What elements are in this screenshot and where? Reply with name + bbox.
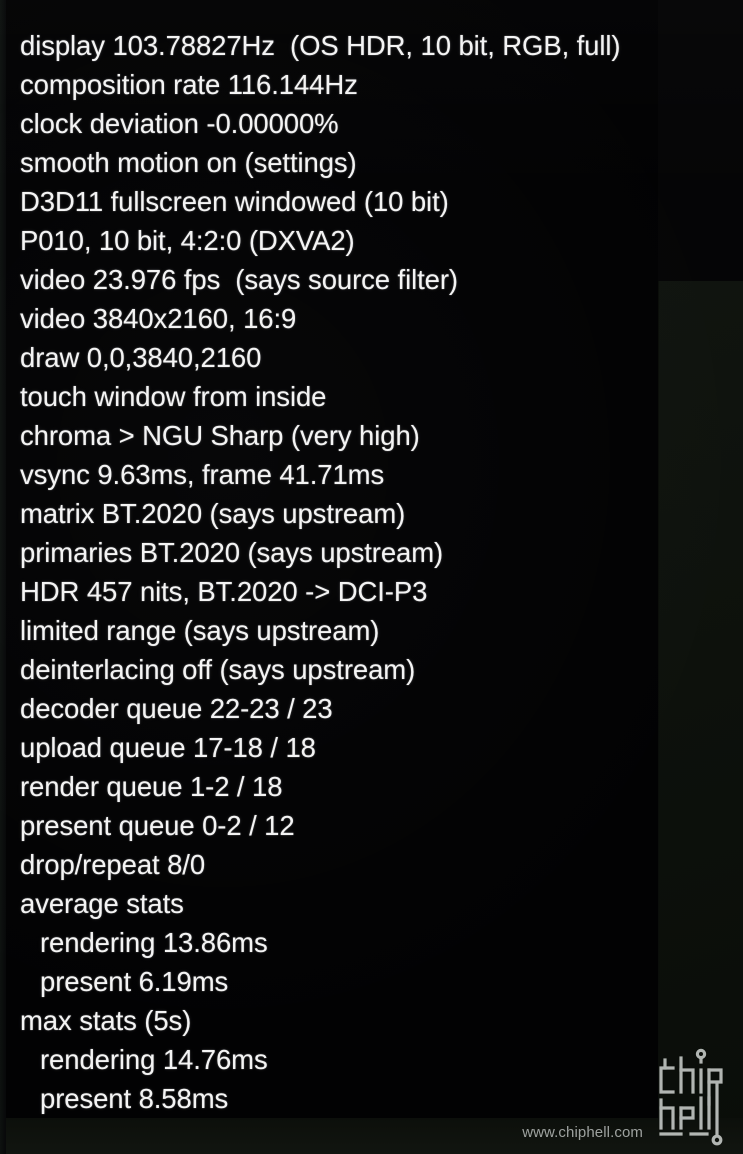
osd-line-display: display 103.78827Hz (OS HDR, 10 bit, RGB… bbox=[20, 30, 621, 61]
osd-line-present-mode: D3D11 fullscreen windowed (10 bit) bbox=[20, 186, 449, 217]
background-left-strip bbox=[0, 0, 6, 1154]
osd-line-primaries: primaries BT.2020 (says upstream) bbox=[20, 537, 444, 568]
osd-statistics-list: display 103.78827Hz (OS HDR, 10 bit, RGB… bbox=[20, 26, 720, 1118]
osd-line-max-rendering: rendering 14.76ms bbox=[40, 1044, 268, 1075]
osd-line-vsync-frame: vsync 9.63ms, frame 41.71ms bbox=[20, 459, 385, 490]
osd-line-max-stats-header: max stats (5s) bbox=[20, 1005, 192, 1036]
osd-line-smooth-motion: smooth motion on (settings) bbox=[20, 147, 357, 178]
osd-line-decoder-queue: decoder queue 22-23 / 23 bbox=[20, 693, 333, 724]
osd-line-average-rendering: rendering 13.86ms bbox=[40, 927, 268, 958]
osd-line-clock-deviation: clock deviation -0.00000% bbox=[20, 108, 339, 139]
osd-line-deinterlacing: deinterlacing off (says upstream) bbox=[20, 654, 416, 685]
osd-line-max-present: present 8.58ms bbox=[40, 1083, 229, 1114]
osd-line-drop-repeat: drop/repeat 8/0 bbox=[20, 849, 206, 880]
watermark-url-text: www.chiphell.com bbox=[522, 1124, 643, 1141]
osd-line-pixel-format: P010, 10 bit, 4:2:0 (DXVA2) bbox=[20, 225, 355, 256]
osd-line-range: limited range (says upstream) bbox=[20, 615, 380, 646]
osd-line-matrix: matrix BT.2020 (says upstream) bbox=[20, 498, 406, 529]
osd-line-average-present: present 6.19ms bbox=[40, 966, 229, 997]
osd-line-present-queue: present queue 0-2 / 12 bbox=[20, 810, 295, 841]
background-bottom-strip bbox=[0, 1118, 743, 1154]
osd-line-draw-rect: draw 0,0,3840,2160 bbox=[20, 342, 262, 373]
osd-line-hdr: HDR 457 nits, BT.2020 -> DCI-P3 bbox=[20, 576, 428, 607]
osd-line-video-resolution: video 3840x2160, 16:9 bbox=[20, 303, 297, 334]
osd-line-composition-rate: composition rate 116.144Hz bbox=[20, 69, 358, 100]
osd-line-render-queue: render queue 1-2 / 18 bbox=[20, 771, 283, 802]
osd-line-average-stats-header: average stats bbox=[20, 888, 184, 919]
video-player-screen: display 103.78827Hz (OS HDR, 10 bit, RGB… bbox=[0, 0, 743, 1154]
osd-line-video-fps: video 23.976 fps (says source filter) bbox=[20, 264, 458, 295]
osd-line-chroma-upscaling: chroma > NGU Sharp (very high) bbox=[20, 420, 420, 451]
osd-line-upload-queue: upload queue 17-18 / 18 bbox=[20, 732, 316, 763]
osd-line-touch-window: touch window from inside bbox=[20, 381, 327, 412]
